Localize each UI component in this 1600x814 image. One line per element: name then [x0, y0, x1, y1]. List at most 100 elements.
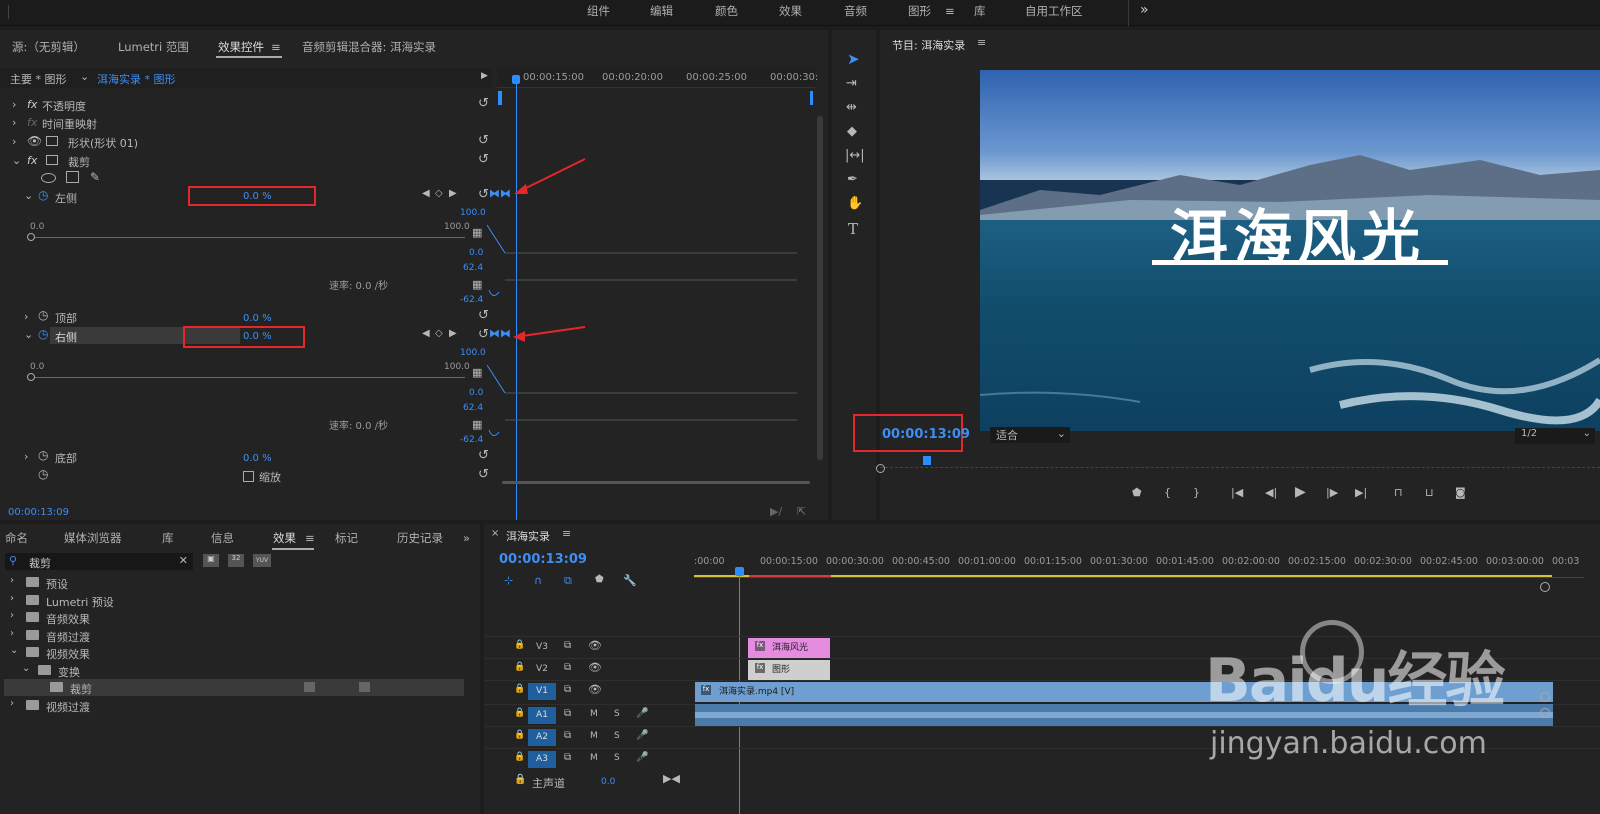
sync-lock-icon[interactable]: ⧉ — [564, 752, 571, 763]
reset-icon[interactable]: ↺ — [478, 467, 489, 482]
expand-icon[interactable]: › — [10, 610, 14, 621]
expand-icon[interactable]: ⌄ — [22, 663, 30, 674]
stopwatch-icon[interactable]: ◷ — [38, 448, 48, 462]
go-to-out-icon[interactable]: ▶| — [1355, 486, 1367, 499]
track-select-tool-icon[interactable]: ⇥ — [846, 76, 857, 91]
tab-info[interactable]: 信息 — [211, 527, 234, 549]
tab-history[interactable]: 历史记录 — [397, 527, 443, 549]
keyframe-icon[interactable]: ⧓ — [500, 327, 511, 340]
expand-icon[interactable]: › — [10, 628, 14, 639]
clip-graphic[interactable]: fx 图形 — [748, 660, 830, 680]
tab-effects[interactable]: 效果 — [273, 527, 296, 549]
sync-lock-icon[interactable]: ⧉ — [564, 640, 571, 651]
eye-icon[interactable]: 👁 — [588, 661, 602, 674]
chevron-down-icon[interactable]: ⌄ — [80, 70, 89, 83]
microphone-icon[interactable]: 🎤 — [636, 752, 648, 763]
tab-lumetri[interactable]: Lumetri 范围 — [118, 36, 189, 58]
row-shape[interactable]: 形状(形状 01) — [68, 135, 138, 151]
close-tab-icon[interactable]: × — [491, 528, 499, 539]
go-to-in-icon[interactable]: |◀ — [1231, 486, 1243, 499]
lock-icon[interactable]: 🔒 — [514, 774, 526, 785]
workspace-tab-effects[interactable]: 效果 — [779, 0, 802, 22]
next-keyframe-icon[interactable]: ▶ — [449, 188, 457, 199]
accelerated-filter-icon[interactable]: ▣ — [203, 554, 219, 567]
graph-icon[interactable]: ▦ — [472, 278, 482, 291]
add-marker-icon[interactable]: ⬟ — [595, 574, 604, 585]
expand-icon[interactable]: › — [10, 698, 14, 709]
ec-scrollbar[interactable] — [817, 116, 823, 460]
lock-icon[interactable]: 🔒 — [514, 684, 525, 694]
graph-icon[interactable]: ▦ — [472, 366, 482, 379]
row-right[interactable]: 右侧 — [55, 329, 77, 345]
ripple-edit-tool-icon[interactable]: ⇹ — [846, 100, 857, 115]
extract-icon[interactable]: ⊔ — [1425, 486, 1434, 499]
stopwatch-icon[interactable]: ◷ — [38, 188, 48, 202]
microphone-icon[interactable]: 🎤 — [636, 730, 648, 741]
lift-icon[interactable]: ⊓ — [1394, 486, 1403, 499]
program-playhead[interactable] — [923, 456, 931, 465]
effects-tree-item[interactable]: › Lumetri 预设 — [4, 592, 464, 609]
reset-icon[interactable]: ↺ — [478, 448, 489, 463]
zoom-checkbox[interactable] — [243, 471, 254, 482]
row-time-remap[interactable]: 时间重映射 — [42, 116, 97, 132]
tab-source[interactable]: 源:（无剪辑） — [12, 36, 85, 58]
workspace-tab-edit[interactable]: 编辑 — [650, 0, 673, 22]
more-tabs-icon[interactable]: » — [463, 527, 470, 549]
track-target[interactable]: A3 — [528, 751, 556, 768]
value-top[interactable]: 0.0 % — [243, 313, 272, 324]
add-keyframe-icon[interactable]: ◇ — [435, 188, 443, 199]
workspace-tab-color[interactable]: 颜色 — [715, 0, 738, 22]
next-keyframe-icon[interactable]: ▶ — [449, 328, 457, 339]
export-frame-icon[interactable]: ◙ — [1455, 486, 1466, 499]
stopwatch-icon[interactable]: ◷ — [38, 327, 48, 341]
pen-tool-icon[interactable]: ✒ — [847, 172, 858, 187]
row-opacity[interactable]: 不透明度 — [42, 98, 86, 114]
solo-button[interactable]: S — [614, 731, 620, 741]
master-volume[interactable]: 0.0 — [601, 777, 615, 787]
master-label[interactable]: 主要 * 图形 — [10, 71, 67, 87]
prev-keyframe-icon[interactable]: ◀ — [422, 188, 430, 199]
sync-lock-icon[interactable]: ⧉ — [564, 662, 571, 673]
clip-title[interactable]: fx 洱海风光 — [748, 638, 830, 658]
microphone-icon[interactable]: 🎤 — [636, 708, 648, 719]
hand-tool-icon[interactable]: ✋ — [847, 196, 863, 211]
sequence-tab[interactable]: 洱海实录 — [506, 528, 550, 544]
sync-lock-icon[interactable]: ⧉ — [564, 684, 571, 695]
workspace-tab-graphics[interactable]: 图形 — [908, 0, 931, 22]
program-timecode[interactable]: 00:00:13:09 — [882, 427, 970, 442]
selection-tool-icon[interactable]: ➤ — [847, 50, 860, 68]
eye-icon[interactable]: 👁 — [588, 639, 602, 652]
row-bottom[interactable]: 底部 — [55, 450, 77, 466]
graph-icon[interactable]: ▦ — [472, 226, 482, 239]
value-bottom[interactable]: 0.0 % — [243, 453, 272, 464]
mark-out-icon[interactable]: } — [1193, 486, 1200, 499]
value-graph[interactable] — [487, 360, 817, 450]
clear-search-icon[interactable]: ✕ — [179, 554, 188, 567]
reset-icon[interactable]: ↺ — [478, 308, 489, 323]
tab-library[interactable]: 库 — [162, 527, 174, 549]
mute-button[interactable]: M — [590, 753, 598, 763]
panel-menu-icon[interactable]: ≡ — [562, 527, 571, 540]
keyframe-icon[interactable]: ⧓ — [489, 187, 500, 200]
slip-tool-icon[interactable]: |↔| — [845, 148, 865, 163]
32bit-filter-icon[interactable]: 32 — [228, 554, 244, 567]
rectangle-mask-icon[interactable] — [66, 171, 79, 183]
workspace-tab-custom[interactable]: 自用工作区 — [1025, 0, 1083, 22]
tab-media-browser[interactable]: 媒体浏览器 — [64, 527, 122, 549]
step-forward-icon[interactable]: |▶ — [1326, 486, 1338, 499]
workspace-more-icon[interactable]: » — [1140, 0, 1149, 22]
lock-icon[interactable]: 🔒 — [514, 662, 525, 672]
effects-tree-item[interactable]: › 音频效果 — [4, 609, 464, 626]
stopwatch-icon[interactable]: ◷ — [38, 308, 48, 322]
track-target[interactable]: A2 — [528, 729, 556, 746]
sync-lock-icon[interactable]: ⧉ — [564, 708, 571, 719]
add-keyframe-icon[interactable]: ◇ — [435, 328, 443, 339]
slider-left[interactable] — [31, 237, 465, 238]
razor-tool-icon[interactable]: ◆ — [847, 124, 857, 139]
lock-icon[interactable]: 🔒 — [514, 640, 525, 650]
eye-icon[interactable]: 👁 — [588, 683, 602, 696]
add-marker-icon[interactable]: ⬟ — [1132, 486, 1142, 499]
lock-icon[interactable]: 🔒 — [514, 708, 525, 718]
ellipse-mask-icon[interactable] — [41, 173, 56, 183]
row-top[interactable]: 顶部 — [55, 310, 77, 326]
